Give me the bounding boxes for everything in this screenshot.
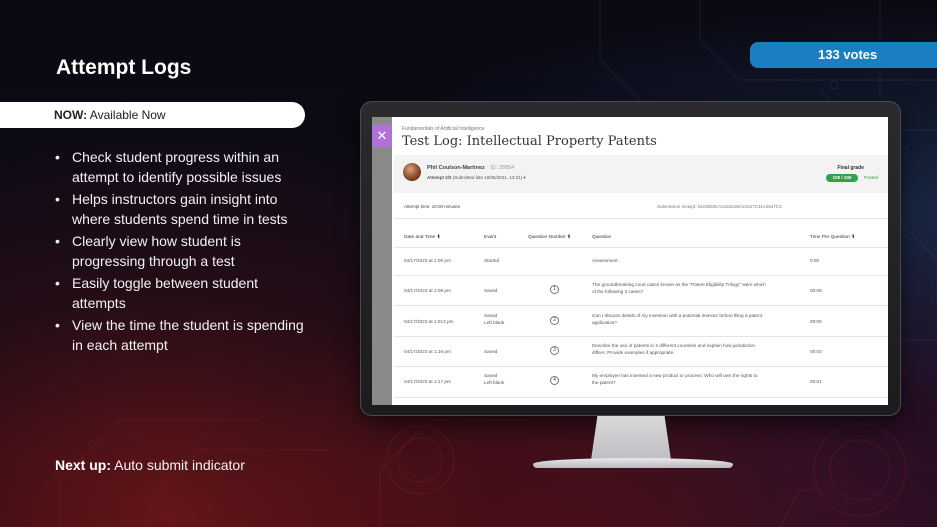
- header-date-label: Date and Time: [404, 235, 436, 240]
- row-question: Describe the use of patents in 2 differe…: [592, 343, 756, 348]
- bullet-dot: •: [55, 275, 60, 291]
- feature-item: • View the time the student is spending i…: [52, 316, 314, 355]
- now-value: Available Now: [89, 108, 166, 122]
- feature-text: Check student progress within an attempt…: [72, 149, 282, 185]
- avatar: [403, 163, 421, 181]
- row-question-line2: differs. Provide examples if appropriate…: [592, 350, 675, 355]
- header-time[interactable]: Time Per Question ⬍: [810, 235, 855, 240]
- question-number-badge[interactable]: 3: [550, 346, 559, 355]
- availability-bar: NOW: Available Now: [0, 102, 305, 128]
- attempt-time: Attempt time: 10:00 minutes: [404, 204, 461, 209]
- row-question: Assessment: [592, 258, 618, 263]
- next-up: Next up: Auto submit indicator: [55, 457, 245, 473]
- divider: [394, 305, 888, 306]
- row-time: 00:05: [810, 319, 822, 324]
- row-event: Saved: [484, 288, 498, 293]
- feature-item: • Clearly view how student is progressing…: [52, 232, 314, 271]
- row-event: Saved: [484, 313, 498, 318]
- feature-text: View the time the student is spending in…: [72, 317, 304, 353]
- feature-text: Helps instructors gain insight into wher…: [72, 191, 288, 227]
- row-event-note: Left blank: [484, 320, 505, 325]
- row-question-line2: application?: [592, 320, 618, 325]
- bullet-dot: •: [55, 149, 60, 165]
- course-name: Fundamentals of Artificial Intelligence: [402, 126, 485, 132]
- test-log-screen: ✕ Fundamentals of Artificial Intelligenc…: [372, 117, 888, 405]
- screen-sidebar: [372, 117, 392, 405]
- monitor-stand-neck: [591, 416, 671, 460]
- question-number-badge[interactable]: 2: [550, 316, 559, 325]
- next-up-value: Auto submit indicator: [114, 457, 245, 473]
- row-question: Can I discuss details of my invention wi…: [592, 313, 762, 318]
- monitor-stand-base: [533, 458, 733, 468]
- student-name: Phil Coulson-Martinez ID: 28954: [427, 165, 514, 171]
- test-log-title: Test Log: Intellectual Property Patents: [402, 134, 657, 149]
- question-number-badge[interactable]: 1: [550, 285, 559, 294]
- next-up-label: Next up:: [55, 457, 111, 473]
- row-date: 04/17/2023 at 1:16 pm: [404, 349, 451, 354]
- header-time-label: Time Per Question: [810, 235, 850, 240]
- now-label: NOW:: [54, 108, 88, 122]
- bullet-dot: •: [55, 233, 60, 249]
- row-date: 04/17/2023 at 1:013 pm: [404, 319, 454, 324]
- row-question: The groundbreaking court cases known as …: [592, 282, 766, 287]
- header-qnum[interactable]: Question Number ⬍: [528, 235, 571, 240]
- row-date: 04/17/2023 at 1:17 pm: [404, 379, 451, 384]
- feature-list: • Check student progress within an attemp…: [52, 148, 314, 358]
- row-event: Saved: [484, 373, 498, 378]
- attempt-selector[interactable]: Attempt 2/2 (Submitted late 10/08/2021, …: [427, 175, 526, 181]
- feature-item: • Easily toggle between student attempts: [52, 274, 314, 313]
- row-time: 0:00: [810, 258, 820, 263]
- row-event-note: Left blank: [484, 380, 505, 385]
- row-question-line2: the patent?: [592, 380, 616, 385]
- student-card: Phil Coulson-Martinez ID: 28954 Attempt …: [394, 155, 888, 193]
- final-grade-label: Final grade: [837, 165, 864, 171]
- row-event: Started: [484, 258, 500, 263]
- slide-title: Attempt Logs: [56, 56, 192, 79]
- row-event: Saved: [484, 349, 498, 354]
- attempt-label: Attempt 2/2: [427, 175, 452, 180]
- question-number-badge[interactable]: 4: [550, 376, 559, 385]
- bullet-dot: •: [55, 317, 60, 333]
- header-question: Question: [592, 235, 612, 240]
- feature-item: • Helps instructors gain insight into whe…: [52, 190, 314, 229]
- header-qnum-label: Question Number: [528, 235, 566, 240]
- monitor-frame: ✕ Fundamentals of Artificial Intelligenc…: [360, 101, 901, 416]
- student-name-text: Phil Coulson-Martinez: [427, 165, 485, 171]
- row-time: 00:01: [810, 379, 822, 384]
- final-grade-pill: 100 / 100: [826, 174, 858, 182]
- row-date: 04/17/2023 at 1:00 pm: [404, 258, 451, 263]
- student-id: ID: 28954: [490, 165, 515, 171]
- divider: [394, 397, 888, 398]
- divider: [394, 336, 888, 337]
- posted-status: Posted: [863, 175, 878, 180]
- divider: [394, 218, 888, 219]
- attempt-detail: (Submitted late 10/08/2021, 13:21): [452, 175, 523, 180]
- row-date: 04/17/2023 at 1:08 pm: [404, 288, 451, 293]
- header-event: Event: [484, 235, 497, 240]
- header-date[interactable]: Date and Time ⬍: [404, 235, 441, 240]
- votes-badge: 133 votes: [750, 42, 937, 68]
- chevron-down-icon[interactable]: ▾: [523, 175, 525, 180]
- divider: [394, 366, 888, 367]
- divider: [394, 247, 888, 248]
- feature-text: Easily toggle between student attempts: [72, 275, 259, 311]
- feature-item: • Check student progress within an attemp…: [52, 148, 314, 187]
- row-time: 00:08: [810, 288, 822, 293]
- submission-receipt: Submission receipt: 0423603CA215431BA216…: [657, 204, 782, 209]
- divider: [394, 275, 888, 276]
- close-icon[interactable]: ✕: [372, 125, 392, 147]
- row-question-line2: of the following 3 cases?: [592, 289, 644, 294]
- feature-text: Clearly view how student is progressing …: [72, 233, 241, 269]
- row-time: 00:03: [810, 349, 822, 354]
- row-question: My employee has invented a new product o…: [592, 373, 758, 378]
- bullet-dot: •: [55, 191, 60, 207]
